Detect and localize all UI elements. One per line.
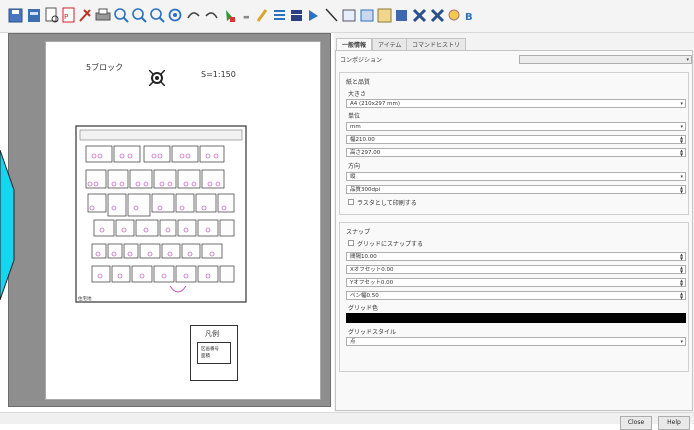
tools-icon[interactable] <box>79 9 91 22</box>
close-button[interactable]: Close <box>620 416 652 430</box>
toolbar-icons: P ▬ B <box>8 7 473 23</box>
pen-width-spinbox[interactable]: ペン幅0.50 ▲ ▼ <box>346 291 686 300</box>
ungroup-icon[interactable] <box>412 8 427 23</box>
callout-arrow-shape <box>0 150 15 300</box>
unit-select[interactable]: mm ▾ <box>346 122 686 131</box>
snap-section-title: スナップ <box>346 229 371 236</box>
text-box-icon[interactable] <box>342 9 356 22</box>
general-tab-content: コンポジション ▾ 紙と品質 大きさ A4 (210x297 mm) ▾ 単位 m… <box>335 50 693 411</box>
block-title: 5ブロック <box>86 63 124 72</box>
group-icon[interactable] <box>396 10 407 21</box>
bold-icon[interactable] <box>448 9 460 21</box>
redo-icon[interactable] <box>205 12 218 19</box>
legend-line2: 面積 <box>201 354 210 359</box>
unit-label: 単位 <box>348 113 361 120</box>
help-button[interactable]: Help <box>658 416 690 430</box>
find-icon[interactable] <box>430 8 445 23</box>
status-bar <box>0 412 694 424</box>
spinner-icon[interactable]: ▲ ▼ <box>679 279 684 287</box>
y-offset-spinbox[interactable]: Yオフセット0.00 ▲ ▼ <box>346 278 686 287</box>
grid-style-label: グリッドスタイル <box>348 329 397 336</box>
zoom-fit-icon[interactable] <box>114 8 129 23</box>
print-as-raster-checkbox[interactable] <box>348 199 354 205</box>
undo-icon[interactable] <box>187 12 200 19</box>
svg-text:P: P <box>64 13 68 21</box>
spinner-icon[interactable]: ▲ ▼ <box>679 149 684 157</box>
legend-title: 凡例 <box>205 330 219 338</box>
chevron-down-icon: ▾ <box>680 339 683 345</box>
picture-icon[interactable] <box>377 8 392 23</box>
pdf-icon[interactable]: P <box>62 7 75 23</box>
width-spinbox[interactable]: 幅210.00 ▲ ▼ <box>346 135 686 144</box>
spinner-icon[interactable]: ▲ ▼ <box>679 292 684 300</box>
map-drawing: 住宅地 <box>75 125 247 303</box>
line-icon[interactable] <box>325 8 338 22</box>
extra-icon[interactable]: B <box>465 12 473 23</box>
x-offset-spinbox[interactable]: Xオフセット0.00 ▲ ▼ <box>346 265 686 274</box>
svg-text:▬: ▬ <box>243 13 250 21</box>
table-icon[interactable] <box>291 10 302 21</box>
paper-quality-group: 紙と品質 大きさ A4 (210x297 mm) ▾ 単位 mm ▾ 幅210.00… <box>339 72 689 215</box>
orientation-select[interactable]: 縦 ▾ <box>346 172 686 181</box>
svg-text:住宅地: 住宅地 <box>78 295 92 302</box>
chevron-down-icon: ▾ <box>680 101 683 107</box>
spacing-spinbox[interactable]: 間隔10.00 ▲ ▼ <box>346 252 686 261</box>
composition-label: コンポジション <box>340 57 383 64</box>
legend-box: 凡例 区画番号 面積 <box>190 325 238 381</box>
zoom-out-icon[interactable] <box>150 8 165 23</box>
spinner-icon[interactable]: ▲ ▼ <box>679 186 684 194</box>
grid-color-button[interactable] <box>346 313 686 323</box>
spinner-icon[interactable]: ▲ ▼ <box>679 136 684 144</box>
north-arrow-icon <box>149 70 165 86</box>
layer-icon[interactable] <box>28 9 40 22</box>
list-icon[interactable] <box>274 10 285 20</box>
chevron-down-icon: ▾ <box>680 124 683 130</box>
composition-select[interactable]: ▾ <box>519 55 692 64</box>
main-toolbar: P ▬ B <box>0 0 694 33</box>
snap-to-grid-checkbox[interactable] <box>348 240 354 246</box>
print-as-raster-label: ラスタとして印刷する <box>357 200 417 207</box>
image-icon[interactable] <box>360 9 374 22</box>
grid-style-select[interactable]: 点 ▾ <box>346 337 686 346</box>
arrow-icon[interactable] <box>309 10 318 21</box>
snap-group: スナップ グリッドにスナップする 間隔10.00 ▲ ▼ Xオフセット0.00 ▲ ▼ … <box>339 222 689 372</box>
legend-sample: 区画番号 面積 <box>197 342 231 364</box>
height-spinbox[interactable]: 高さ297.00 ▲ ▼ <box>346 148 686 157</box>
chevron-down-icon: ▾ <box>686 57 689 63</box>
print-icon[interactable] <box>95 8 111 21</box>
orientation-label: 方向 <box>348 163 361 170</box>
size-select[interactable]: A4 (210x297 mm) ▾ <box>346 99 686 108</box>
pen-icon[interactable] <box>256 9 268 22</box>
grid-color-label: グリッド色 <box>348 305 379 312</box>
zoom-in-icon[interactable] <box>132 8 147 23</box>
spinner-icon[interactable]: ▲ ▼ <box>679 266 684 274</box>
spinner-icon[interactable]: ▲ ▼ <box>679 253 684 261</box>
add-item-icon[interactable] <box>226 10 235 22</box>
chevron-down-icon: ▾ <box>680 174 683 180</box>
refresh-icon[interactable] <box>168 8 182 22</box>
print-preview-icon[interactable] <box>45 7 59 23</box>
scale-label: S=1:150 <box>201 70 236 79</box>
paper-section-title: 紙と品質 <box>346 79 371 86</box>
svg-text:B: B <box>465 12 473 23</box>
snap-to-grid-label: グリッドにスナップする <box>357 241 424 248</box>
legend-line1: 区画番号 <box>201 347 219 352</box>
properties-panel: 一般情報 アイテム コマンドヒストリ コンポジション ▾ 紙と品質 大きさ A4… <box>334 33 694 413</box>
save-icon[interactable] <box>8 8 23 23</box>
separator-icon[interactable]: ▬ <box>243 13 250 21</box>
print-page[interactable]: 5ブロック S=1:150 住宅地 凡例 区画番号 面積 <box>46 42 320 399</box>
size-label: 大きさ <box>348 91 367 98</box>
quality-spinbox[interactable]: 品質300dpi ▲ ▼ <box>346 185 686 194</box>
